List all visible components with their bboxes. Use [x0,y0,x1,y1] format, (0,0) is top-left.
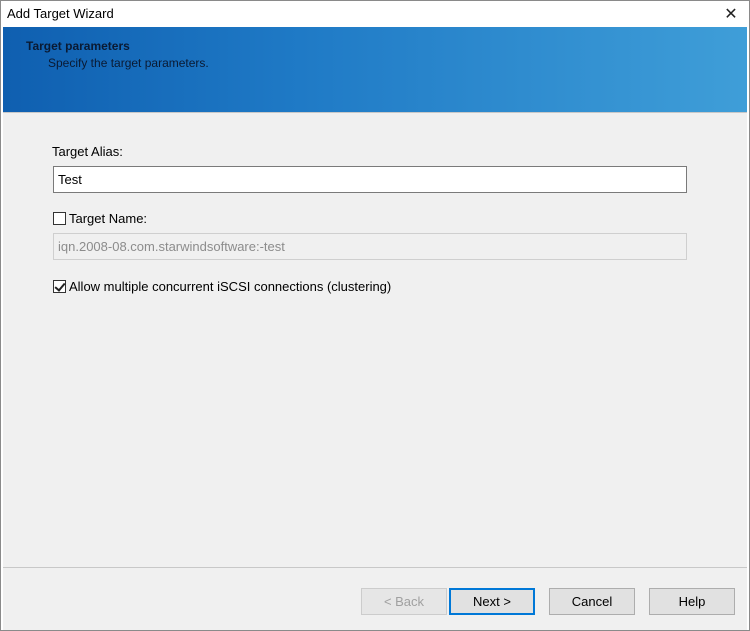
window-title: Add Target Wizard [7,6,114,21]
add-target-wizard-window: Add Target Wizard ✕ Target parameters Sp… [0,0,750,631]
target-alias-input[interactable] [53,166,687,193]
target-name-checkbox[interactable] [53,212,66,225]
close-icon: ✕ [724,6,738,23]
wizard-header-banner: Target parameters Specify the target par… [3,27,747,112]
title-bar: Add Target Wizard ✕ [1,1,749,27]
next-button[interactable]: Next > [449,588,535,615]
clustering-label: Allow multiple concurrent iSCSI connecti… [69,279,392,294]
cancel-button[interactable]: Cancel [549,588,635,615]
banner-subtitle: Specify the target parameters. [48,56,209,70]
target-name-input[interactable] [53,233,687,260]
banner-title: Target parameters [26,39,130,53]
clustering-checkbox[interactable] [53,280,66,293]
help-button[interactable]: Help [649,588,735,615]
target-name-label: Target Name: [69,211,148,226]
wizard-content: Target Alias: Target Name: Allow multipl… [3,112,747,568]
close-button[interactable]: ✕ [713,1,749,27]
target-alias-label: Target Alias: [52,144,123,159]
back-button[interactable]: < Back [361,588,447,615]
wizard-footer: < Back Next > Cancel Help [3,567,747,630]
